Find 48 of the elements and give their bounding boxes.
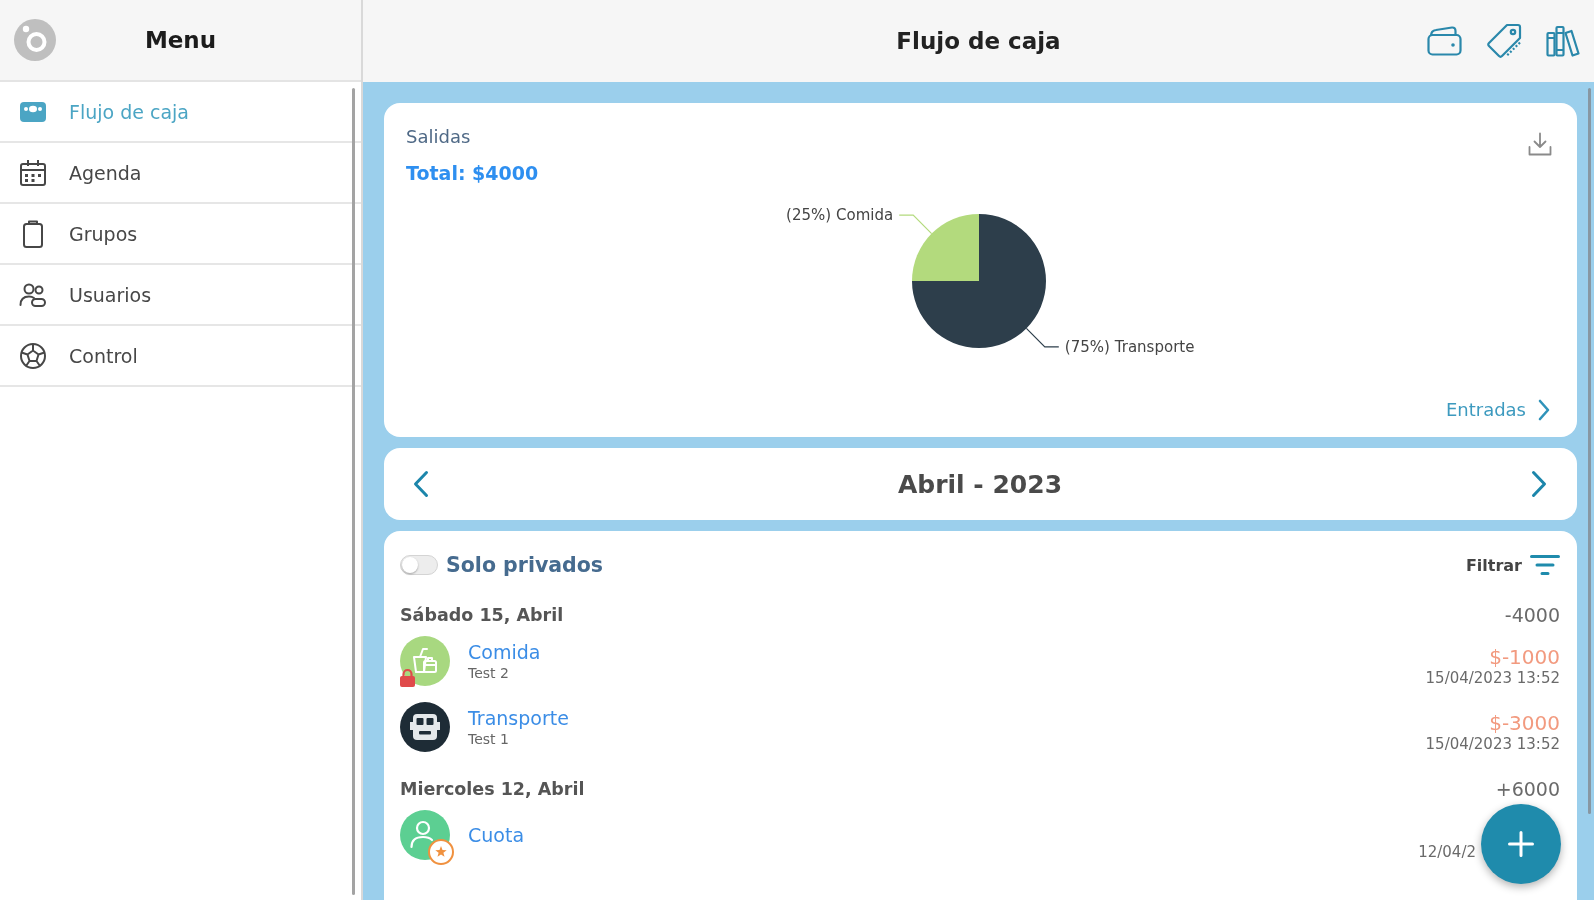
category-name: Transporte	[468, 706, 569, 730]
chevron-right-icon	[1538, 399, 1550, 421]
next-month-button[interactable]	[1531, 470, 1547, 498]
chevron-left-icon	[413, 470, 429, 498]
day-total: +6000	[1495, 778, 1560, 800]
category-name: Comida	[468, 640, 541, 664]
total-amount: Total: $4000	[406, 161, 539, 186]
wallet-icon	[1427, 26, 1462, 56]
scrollbar[interactable]	[352, 88, 355, 895]
day-total: -4000	[1504, 604, 1560, 626]
tag-button[interactable]	[1486, 23, 1522, 59]
entry-note: Test 2	[468, 663, 509, 682]
value-label: (75%)	[1064, 337, 1110, 356]
download-button[interactable]	[1528, 132, 1552, 156]
download-icon	[1528, 132, 1552, 156]
category-name: Cuota	[468, 823, 525, 847]
entry-note: Test 1	[468, 729, 509, 748]
page-title: Flujo de caja	[896, 28, 1061, 54]
day-label: Miercoles 12, Abril	[400, 779, 585, 799]
entry-amount: $-3000	[1489, 711, 1560, 735]
month-label: Abril - 2023	[897, 469, 1063, 499]
category-label: Comida	[836, 206, 894, 225]
bookshelf-button[interactable]	[1546, 25, 1580, 57]
calendar-icon	[19, 158, 47, 187]
entry-amount: $-1000	[1489, 645, 1560, 669]
ball-icon	[19, 341, 47, 370]
entry-date: 15/04/2023 13:52	[1425, 669, 1560, 687]
toggle-switch[interactable]	[400, 555, 438, 575]
wallet-button[interactable]	[1427, 26, 1462, 56]
entry-date: 15/04/2023 13:52	[1425, 735, 1560, 753]
category-label: Transporte	[1114, 337, 1195, 356]
chevron-right-icon	[1531, 470, 1547, 498]
tag-icon	[1486, 23, 1522, 59]
day-label: Sábado 15, Abril	[400, 605, 564, 625]
filter-icon	[1530, 554, 1560, 576]
logo-icon	[14, 19, 56, 61]
filter-button[interactable]: Filtrar	[1465, 554, 1560, 576]
scrollbar[interactable]	[1588, 88, 1591, 814]
plus-icon	[1508, 831, 1534, 857]
value-label: (25%)	[786, 206, 832, 225]
menu-title: Menu	[144, 27, 217, 53]
leader-line	[898, 214, 933, 235]
toggle-label: Solo privados	[446, 553, 604, 577]
entry-date: 12/04/2	[1418, 843, 1476, 861]
card-title: Salidas	[406, 125, 471, 149]
books-icon	[1546, 25, 1580, 57]
previous-month-button[interactable]	[413, 470, 429, 498]
leader-line	[1025, 327, 1060, 348]
